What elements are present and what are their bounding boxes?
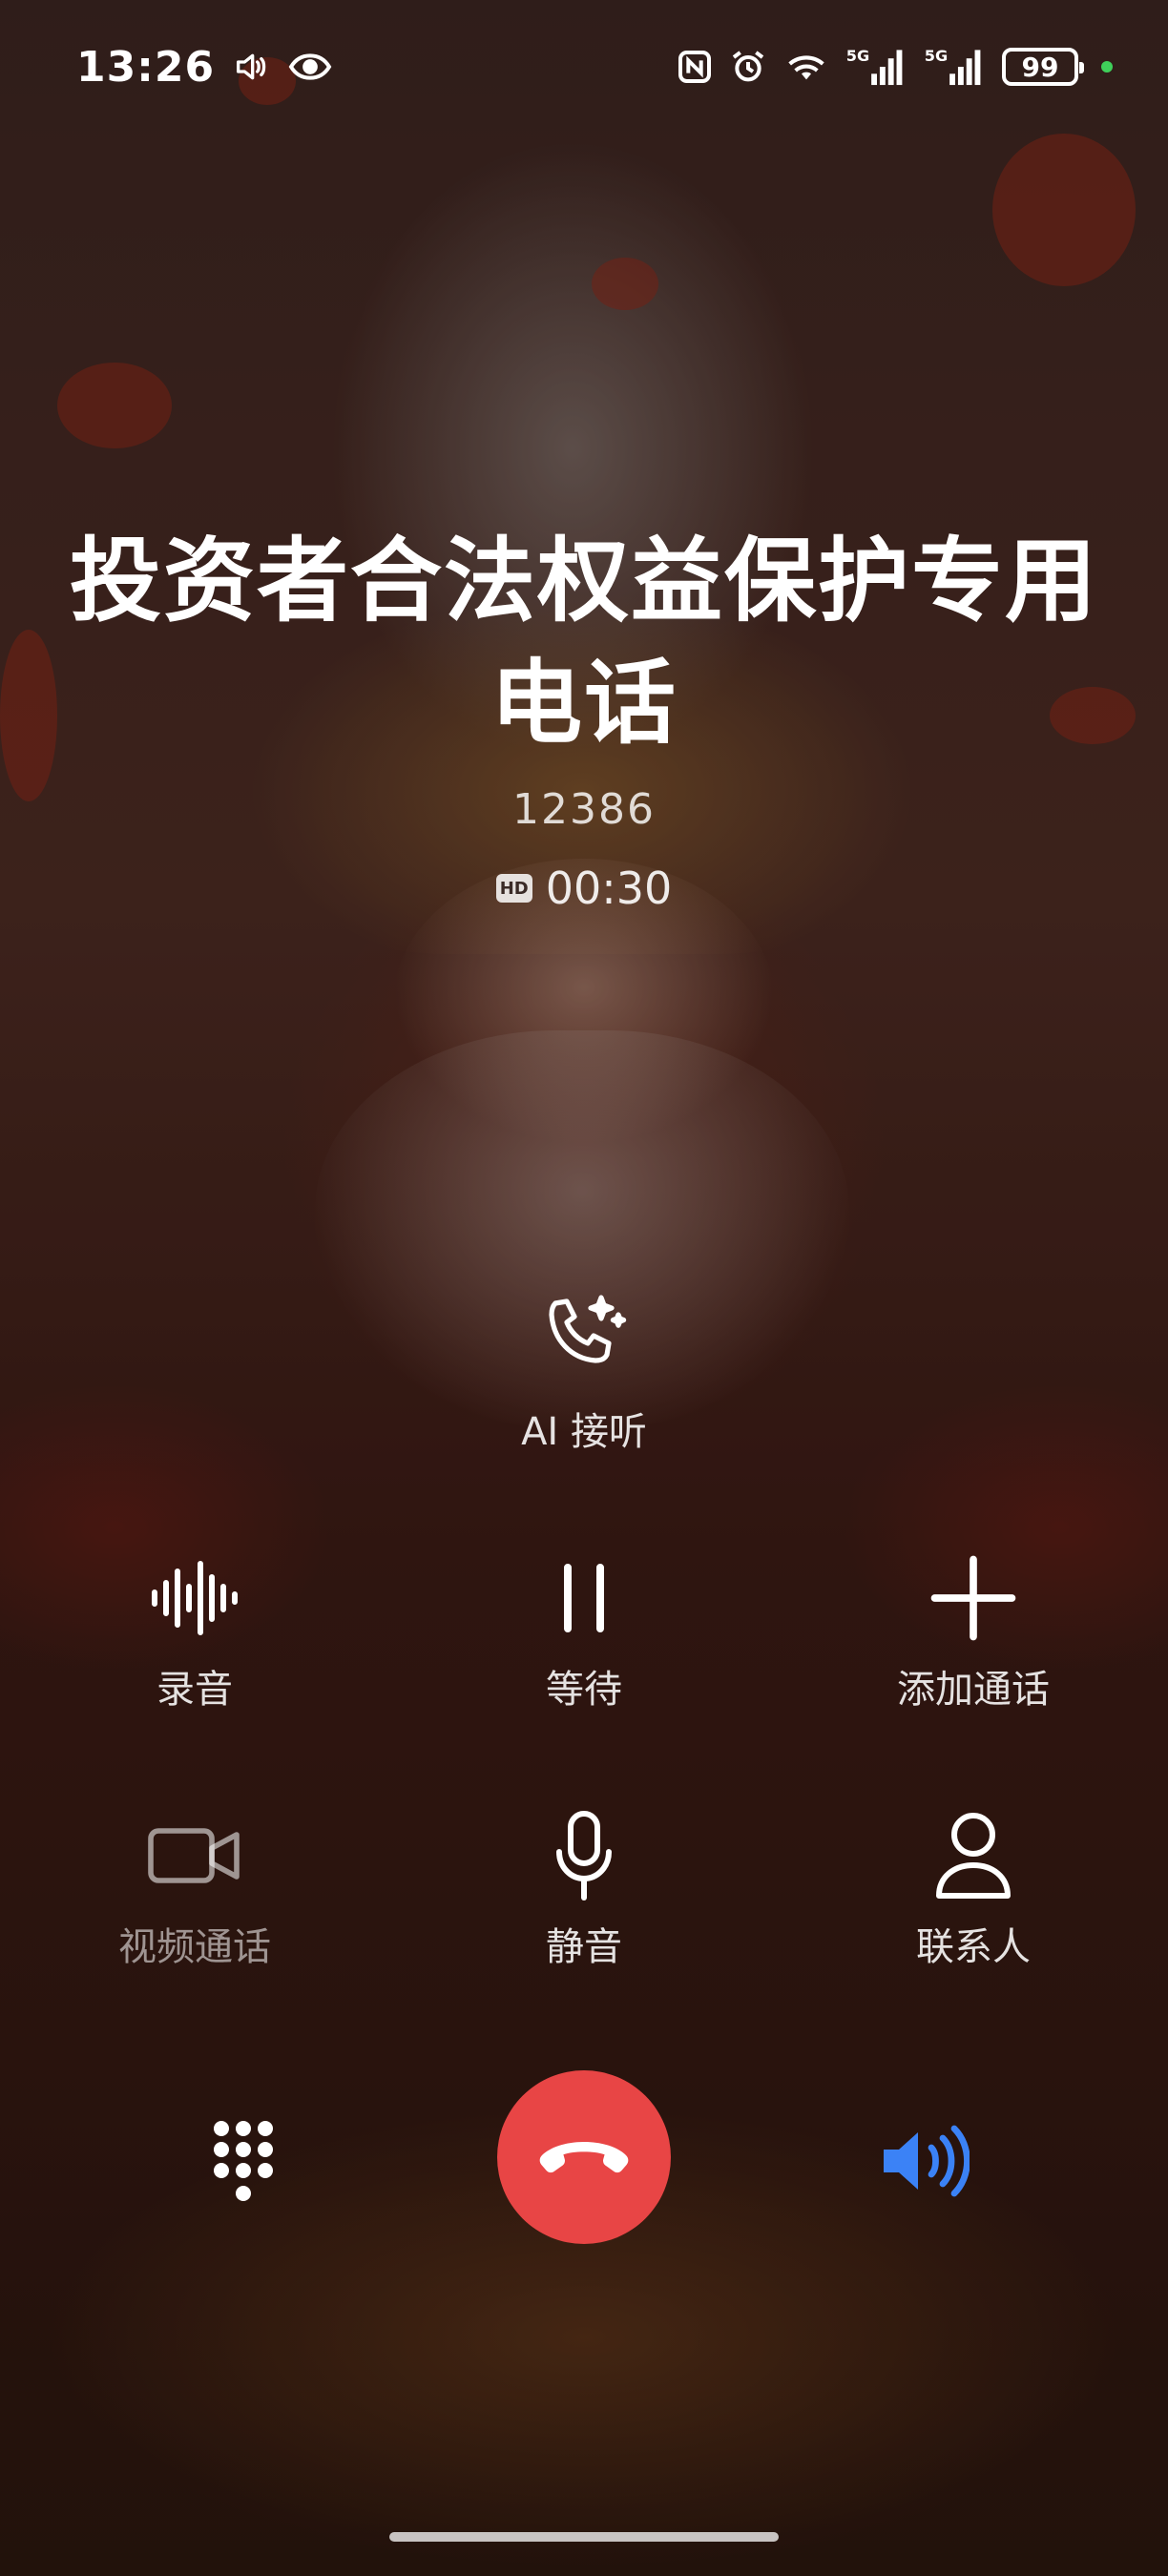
plus-icon [930, 1555, 1016, 1641]
bottom-actions [0, 2070, 1168, 2244]
ai-answer-label: AI 接听 [521, 1410, 647, 1454]
pause-icon [564, 1564, 604, 1632]
mute-label: 静音 [546, 1925, 622, 1969]
speaker-button[interactable] [866, 2109, 981, 2213]
record-button[interactable]: 录音 [0, 1546, 389, 1736]
volume-icon [232, 48, 270, 86]
status-time: 13:26 [76, 42, 216, 92]
video-call-button[interactable]: 视频通话 [0, 1803, 389, 1994]
svg-text:5G: 5G [925, 47, 948, 65]
person-icon [936, 1813, 1011, 1899]
hang-up-icon [539, 2142, 629, 2173]
caller-name: 投资者合法权益保护专用电话 [70, 528, 1098, 757]
contacts-button[interactable]: 联系人 [779, 1803, 1168, 1994]
battery-indicator: 99 [1002, 48, 1084, 86]
call-duration: 00:30 [545, 862, 673, 914]
hd-badge: HD [495, 874, 532, 903]
add-call-label: 添加通话 [897, 1668, 1050, 1712]
home-indicator[interactable] [389, 2532, 779, 2542]
privacy-dot [1101, 61, 1113, 73]
microphone-icon [556, 1811, 612, 1901]
record-label: 录音 [156, 1668, 233, 1712]
ai-answer-button[interactable]: AI 接听 [441, 1288, 727, 1460]
dialpad-button[interactable] [191, 2109, 296, 2213]
signal-5g-icon: 5G [845, 46, 908, 88]
mute-button[interactable]: 静音 [389, 1803, 779, 1994]
svg-text:5G: 5G [846, 47, 869, 65]
status-bar: 13:26 5G 5G 99 [0, 0, 1168, 134]
call-timer: HD 00:30 [57, 862, 1111, 914]
signal-5g-icon: 5G [924, 46, 987, 88]
add-call-button[interactable]: 添加通话 [779, 1546, 1168, 1736]
call-controls: 录音 等待 添加通话 视频通话 静音 联系人 [0, 1546, 1168, 2061]
caller-number: 12386 [512, 785, 656, 834]
contacts-label: 联系人 [916, 1925, 1031, 1969]
eye-icon [287, 48, 333, 86]
alarm-icon [729, 48, 767, 86]
caller-info: 投资者合法权益保护专用电话 12386 HD 00:30 [57, 520, 1111, 914]
hold-button[interactable]: 等待 [389, 1546, 779, 1736]
video-call-label: 视频通话 [118, 1925, 271, 1969]
speaker-icon [884, 2125, 970, 2197]
phone-sparkle-icon [538, 1288, 630, 1383]
video-camera-icon [148, 1828, 240, 1883]
nfc-icon [676, 48, 714, 86]
hang-up-button[interactable] [497, 2070, 671, 2244]
dialpad-icon [214, 2121, 273, 2201]
hold-label: 等待 [546, 1668, 622, 1712]
waveform-icon [152, 1561, 238, 1635]
wifi-icon [782, 48, 830, 86]
